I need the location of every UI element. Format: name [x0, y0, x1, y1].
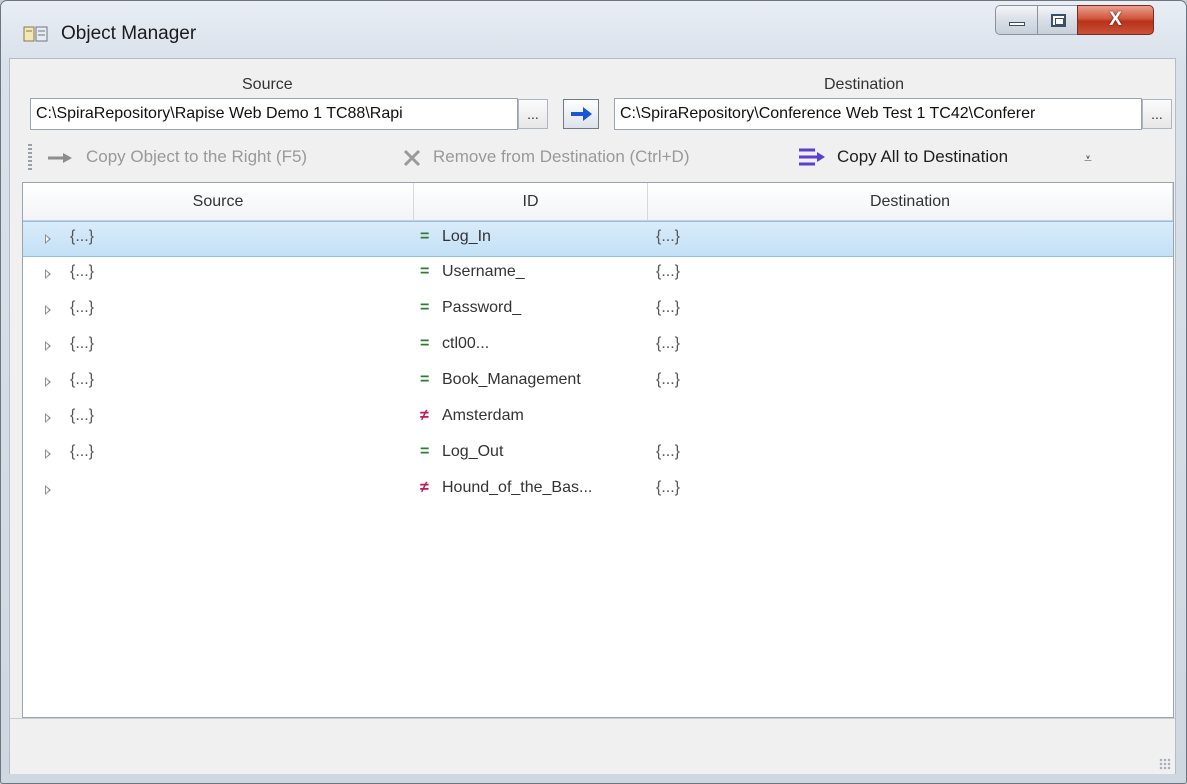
id-label: Amsterdam	[442, 407, 524, 424]
id-label: Hound_of_the_Bas...	[442, 479, 593, 496]
sync-button[interactable]	[563, 99, 599, 129]
table-row[interactable]: {...} = Username_ {...}	[23, 257, 1173, 293]
x-icon	[403, 149, 421, 166]
expand-arrow-icon[interactable]	[45, 449, 51, 459]
destination-cell: {...}	[656, 263, 681, 280]
copy-all-icon	[799, 148, 825, 166]
id-label: Username_	[442, 263, 525, 280]
destination-label: Destination	[824, 76, 905, 93]
close-icon: X	[1109, 9, 1122, 30]
gray-arrow-icon	[48, 152, 72, 163]
source-cell: {...}	[70, 407, 95, 424]
status-bar	[10, 718, 1175, 774]
source-path-field[interactable]: C:\SpiraRepository\Rapise Web Demo 1 TC8…	[30, 98, 518, 130]
source-cell: {...}	[70, 371, 95, 388]
column-header-id[interactable]: ID	[414, 183, 648, 220]
not-equal-icon: ≠	[420, 407, 429, 424]
source-cell: {...}	[70, 263, 95, 280]
maximize-button[interactable]	[1037, 5, 1078, 35]
destination-browse-button[interactable]: ...	[1142, 99, 1172, 129]
window-title: Object Manager	[61, 23, 197, 44]
equal-icon: =	[420, 263, 430, 280]
title-bar[interactable]: Object Manager X	[1, 1, 1186, 51]
equal-icon: =	[420, 371, 430, 388]
id-cell: = Username_	[420, 263, 525, 281]
destination-cell: {...}	[656, 335, 681, 352]
source-cell: {...}	[70, 228, 95, 245]
id-cell: = Book_Management	[420, 371, 581, 389]
expand-arrow-icon[interactable]	[45, 234, 51, 244]
copy-all-to-destination-label: Copy All to Destination	[837, 147, 1009, 166]
equal-icon: =	[420, 228, 430, 245]
table-row[interactable]: {...} = Book_Management {...}	[23, 365, 1173, 401]
destination-cell: {...}	[656, 228, 681, 245]
object-manager-icon	[23, 26, 48, 42]
id-label: Book_Management	[442, 371, 581, 388]
expand-arrow-icon[interactable]	[45, 341, 51, 351]
source-label: Source	[242, 76, 293, 93]
destination-cell: {...}	[656, 443, 681, 460]
equal-icon: =	[420, 335, 430, 352]
resize-grip-icon[interactable]	[1159, 758, 1171, 770]
object-grid: Source ID Destination {...} = Log_In {...}{…	[22, 182, 1174, 718]
expand-arrow-icon[interactable]	[45, 305, 51, 315]
source-browse-button[interactable]: ...	[518, 99, 548, 129]
source-cell: {...}	[70, 335, 95, 352]
column-header-source[interactable]: Source	[23, 183, 414, 220]
equal-icon: =	[420, 299, 430, 316]
id-label: Log_Out	[442, 443, 504, 460]
toolbar-grip[interactable]	[28, 144, 32, 172]
toolbar-overflow-icon[interactable]: ⩡	[1084, 150, 1092, 167]
right-arrow-icon	[571, 107, 592, 121]
copy-object-right-button[interactable]: Copy Object to the Right (F5)	[46, 140, 307, 176]
destination-cell: {...}	[656, 371, 681, 388]
id-cell: = Log_Out	[420, 443, 503, 461]
id-cell: = Password_	[420, 299, 521, 317]
close-button[interactable]: X	[1077, 5, 1154, 35]
equal-icon: =	[420, 443, 430, 460]
table-row[interactable]: {...} = Log_Out {...}	[23, 437, 1173, 473]
column-header-destination[interactable]: Destination	[648, 183, 1173, 220]
expand-arrow-icon[interactable]	[45, 485, 51, 495]
grid-header: Source ID Destination	[23, 183, 1173, 221]
source-cell: {...}	[70, 299, 95, 316]
destination-cell: {...}	[656, 299, 681, 316]
minimize-button[interactable]	[995, 5, 1038, 35]
source-cell: {...}	[70, 443, 95, 460]
copy-all-to-destination-button[interactable]: Copy All to Destination	[797, 140, 1008, 176]
id-label: Log_In	[442, 228, 491, 245]
id-cell: = Log_In	[420, 228, 491, 246]
table-row[interactable]: {...} ≠ Amsterdam	[23, 401, 1173, 437]
table-row[interactable]: {...} = Log_In {...}	[23, 221, 1173, 257]
not-equal-icon: ≠	[420, 479, 429, 496]
maximize-icon	[1051, 14, 1066, 27]
table-row[interactable]: ≠ Hound_of_the_Bas... {...}	[23, 473, 1173, 509]
toolbar: Copy Object to the Right (F5) Remove fro…	[24, 140, 1174, 176]
table-row[interactable]: {...} = Password_ {...}	[23, 293, 1173, 329]
destination-path-field[interactable]: C:\SpiraRepository\Conference Web Test 1…	[614, 98, 1142, 130]
id-cell: ≠ Amsterdam	[420, 407, 524, 425]
id-label: ctl00...	[442, 335, 490, 352]
expand-arrow-icon[interactable]	[45, 413, 51, 423]
remove-from-destination-label: Remove from Destination (Ctrl+D)	[433, 147, 690, 166]
expand-arrow-icon[interactable]	[45, 377, 51, 387]
expand-arrow-icon[interactable]	[45, 269, 51, 279]
copy-object-right-label: Copy Object to the Right (F5)	[86, 147, 308, 166]
id-cell: ≠ Hound_of_the_Bas...	[420, 479, 592, 497]
id-cell: = ctl00...	[420, 335, 489, 353]
minimize-icon	[1009, 22, 1025, 26]
remove-from-destination-button[interactable]: Remove from Destination (Ctrl+D)	[401, 140, 690, 176]
id-label: Password_	[442, 299, 522, 316]
destination-cell: {...}	[656, 479, 681, 496]
table-row[interactable]: {...} = ctl00... {...}	[23, 329, 1173, 365]
